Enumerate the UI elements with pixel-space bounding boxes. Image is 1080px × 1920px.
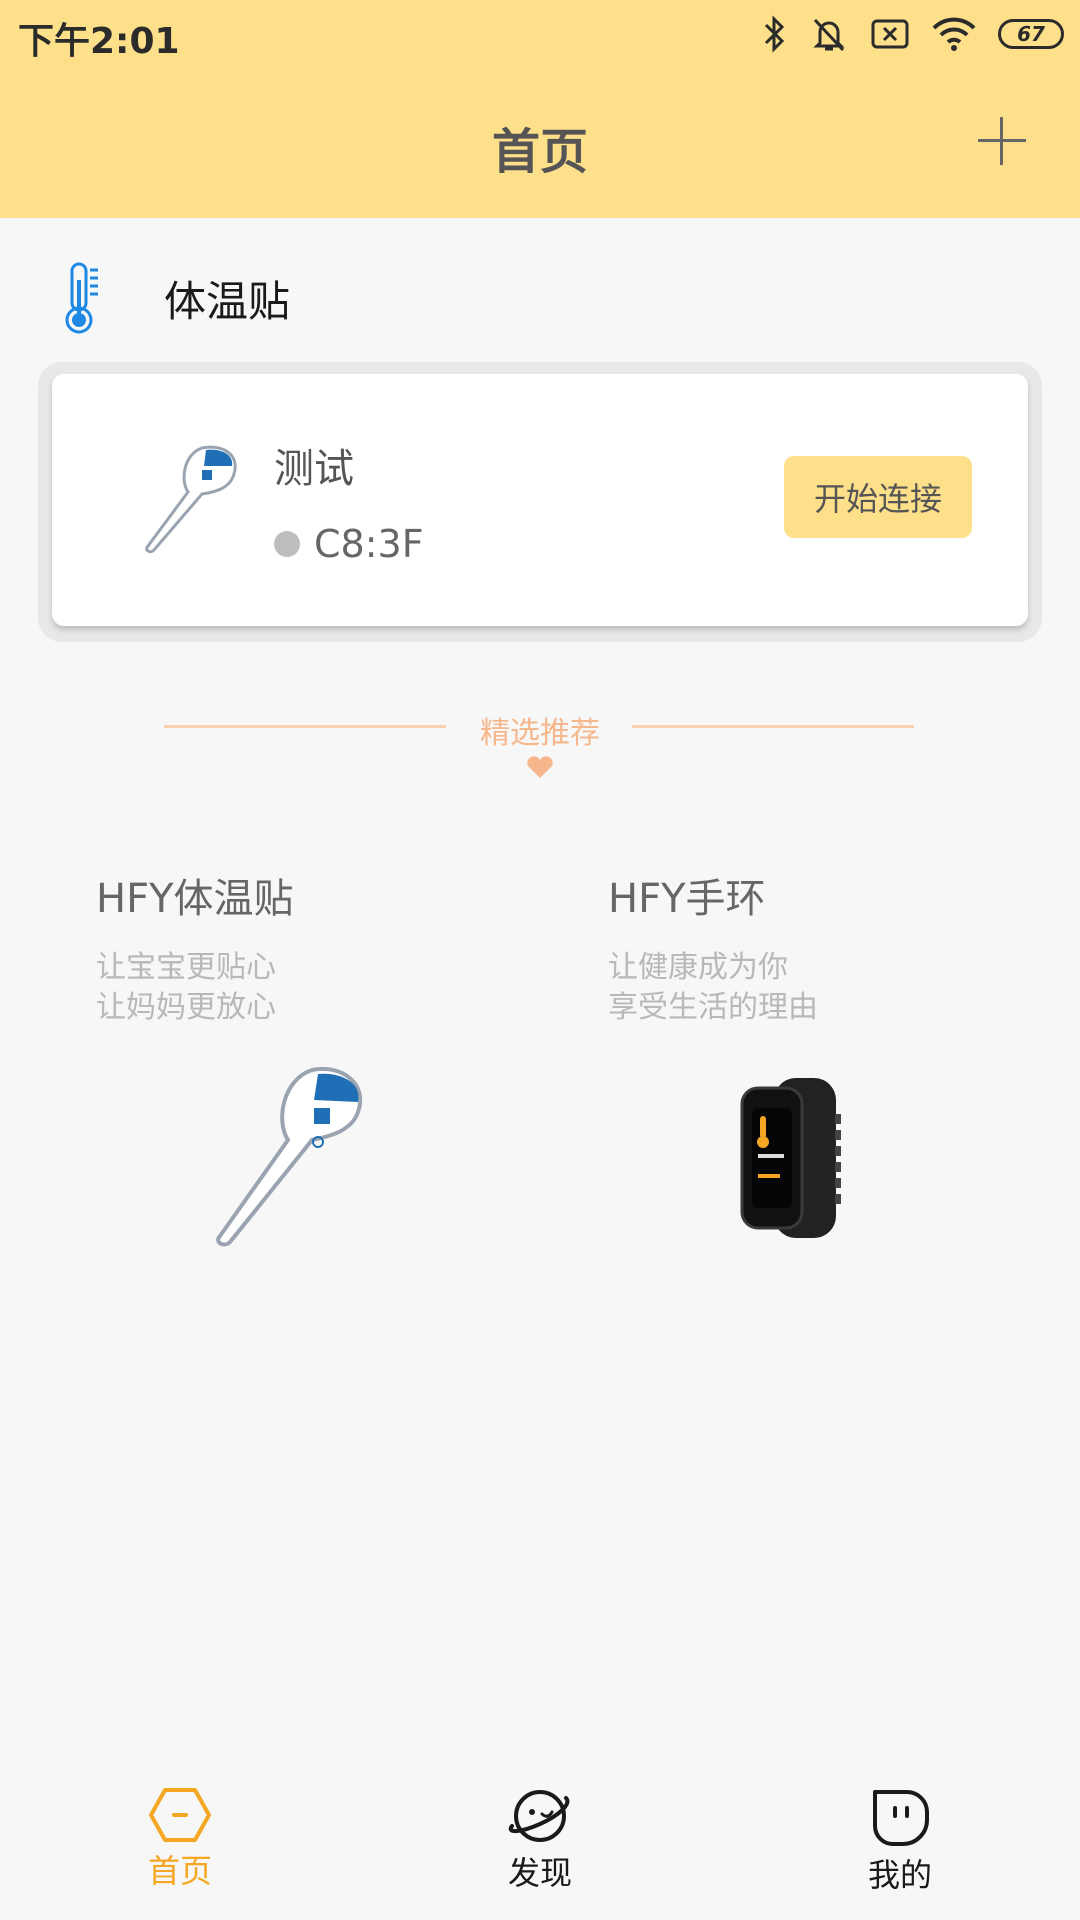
thermometer-patch-product-image [216, 1066, 362, 1247]
connection-status-dot [274, 531, 300, 557]
nav-item-home[interactable]: 首页 [80, 1770, 280, 1892]
product-description: 让健康成为你 享受生活的理由 [608, 948, 818, 1028]
product-name: HFY手环 [608, 876, 766, 922]
nav-label-discover: 发现 [507, 1854, 572, 1892]
device-card[interactable]: 测试 C8:3F 开始连接 [52, 374, 1028, 626]
product-card-band[interactable]: HFY手环 让健康成为你 享受生活的理由 [608, 866, 818, 1028]
planet-icon [508, 1790, 570, 1842]
product-name: HFY体温贴 [96, 876, 294, 922]
thermometer-patch-image [145, 445, 237, 554]
nav-label-mine: 我的 [867, 1856, 932, 1894]
home-hexagon-icon [149, 1788, 211, 1842]
device-name: 测试 [274, 446, 354, 492]
face-icon [873, 1790, 929, 1846]
bell-muted-icon [813, 18, 845, 52]
status-time: 下午2:01 [18, 21, 180, 62]
recommend-title: 精选推荐 [480, 716, 600, 751]
battery-indicator: 67 [998, 19, 1064, 49]
product-description: 让宝宝更贴心 让妈妈更放心 [96, 948, 294, 1028]
page-title: 首页 [491, 124, 588, 180]
wifi-icon [932, 17, 976, 51]
heart-icon [527, 756, 553, 778]
sim-off-icon [871, 19, 909, 49]
product-desc-line: 让健康成为你 [608, 950, 788, 985]
nav-item-mine[interactable]: 我的 [800, 1770, 1000, 1896]
fitness-band-product-image [740, 1078, 841, 1238]
bluetooth-icon [764, 15, 785, 53]
product-desc-line: 享受生活的理由 [608, 990, 818, 1025]
product-card-patch[interactable]: HFY体温贴 让宝宝更贴心 让妈妈更放心 [96, 866, 294, 1028]
device-status-row: C8:3F [274, 522, 424, 566]
thermometer-icon [65, 262, 98, 334]
status-icons: 67 [762, 14, 1064, 54]
device-card-container: 测试 C8:3F 开始连接 [38, 362, 1042, 642]
add-device-button[interactable] [978, 117, 1026, 165]
nav-label-home: 首页 [147, 1852, 212, 1890]
product-desc-line: 让妈妈更放心 [96, 990, 276, 1025]
nav-item-discover[interactable]: 发现 [440, 1770, 640, 1894]
top-header: 下午2:01 67 首页 [0, 0, 1080, 218]
product-desc-line: 让宝宝更贴心 [96, 950, 276, 985]
category-label: 体温贴 [164, 276, 291, 326]
connect-button[interactable]: 开始连接 [784, 456, 972, 538]
device-category-row: 体温贴 [54, 258, 290, 338]
device-mac: C8:3F [314, 522, 424, 566]
bottom-navigation: 首页 发现 我的 [0, 1770, 1080, 1920]
